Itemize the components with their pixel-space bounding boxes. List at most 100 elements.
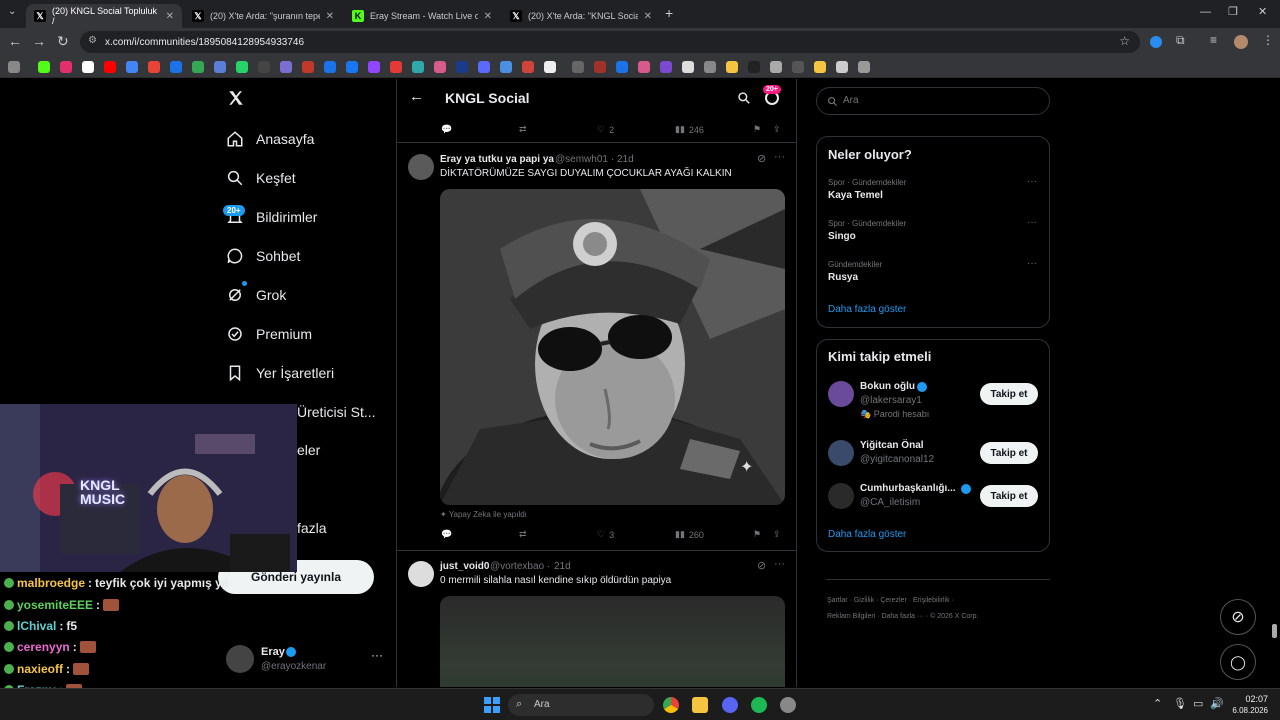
share-icon[interactable]: ⇪ [773,124,781,135]
grok-icon[interactable]: ⊘ [757,559,766,572]
more-icon[interactable]: ··· [1027,217,1037,228]
close-icon[interactable]: ✕ [484,11,492,22]
new-tab-icon[interactable]: + [665,5,673,21]
close-icon[interactable]: ✕ [644,11,652,22]
more-icon[interactable]: ··· [774,558,785,570]
footer-link[interactable]: Gizlilik [854,597,874,604]
menu-icon[interactable]: ⋮ [1262,33,1274,47]
tab-eray-stream[interactable]: K Eray Stream - Watch Live on Ki ✕ [344,4,500,28]
bookmark-icon[interactable] [544,61,556,73]
bookmark-icon[interactable] [748,61,760,73]
follow-suggestion[interactable]: Yiğitcan Önal @yigitcanonal12 Takip et [817,437,1049,473]
bookmark-icon[interactable] [434,61,446,73]
follow-button[interactable]: Takip et [980,383,1038,405]
bookmark-icon[interactable] [572,61,584,73]
more-icon[interactable]: ··· [1027,258,1037,269]
like-button[interactable]: ♡ 2 [597,124,614,135]
post-video[interactable] [440,596,785,687]
grok-fab[interactable]: ⊘ [1220,599,1256,635]
repost-icon[interactable]: ⇄ [519,529,527,540]
discord-icon[interactable] [722,697,738,713]
bookmark-icon[interactable] [704,61,716,73]
nav-creator-studio[interactable]: Üreticisi St... [297,400,376,424]
trend-item[interactable]: Gündemdekiler Rusya ··· [817,257,1049,293]
search-input[interactable]: Ara [816,87,1050,115]
bookmark-icon[interactable] [478,61,490,73]
follow-suggestion[interactable]: Bokun oğlu @lakersaray1 🎭 Parodi hesabı … [817,378,1049,426]
like-button[interactable]: ♡ 3 [597,529,614,540]
bookmark-icon[interactable] [726,61,738,73]
bookmark-folder-icon[interactable] [814,61,826,73]
tab-arda-1[interactable]: 𝕏 (20) X'te Arda: "şuranın tepesine ✕ [184,4,342,28]
search-icon[interactable] [737,91,751,105]
extension-icon[interactable] [1150,36,1162,48]
views-button[interactable]: ▮▮ 246 [675,124,704,135]
tab-kngl-social[interactable]: 𝕏 (20) KNGL Social Topluluk / ✕ [26,4,182,28]
extensions-icon[interactable]: ⧉ [1176,33,1185,48]
more-icon[interactable]: ··· [1027,176,1037,187]
bookmark-icon[interactable] [660,61,672,73]
nav-home[interactable]: Anasayfa [226,127,314,151]
bookmark-icon[interactable] [412,61,424,73]
taskbar-search[interactable]: ⌕ Ara [508,694,654,716]
clock-date[interactable]: 6.08.2026 [1222,706,1268,715]
apps-icon[interactable] [8,61,20,73]
avatar[interactable] [828,483,854,509]
scrollbar-thumb[interactable] [1272,624,1277,638]
bookmark-icon[interactable] [302,61,314,73]
author-name[interactable]: Eray ya tutku ya papi ya [440,154,554,165]
minimize-icon[interactable]: — [1200,6,1211,18]
spotify-icon[interactable] [751,697,767,713]
bookmark-icon[interactable] [170,61,182,73]
show-more-link[interactable]: Daha fazla göster [828,304,906,315]
follow-suggestion[interactable]: Cumhurbaşkanlığı... @CA_iletisim Takip e… [817,480,1049,516]
trend-item[interactable]: Spor · Gündemdekiler Singo ··· [817,216,1049,252]
bookmark-kick-icon[interactable] [38,61,50,73]
account-switcher[interactable]: Eray @erayozkenar ··· [226,642,386,676]
bookmark-icon[interactable] [390,61,402,73]
post-image[interactable]: ✦ [440,189,785,505]
author-name[interactable]: just_void0 [440,561,489,572]
avatar[interactable] [828,440,854,466]
chrome-icon[interactable] [663,697,679,713]
avatar[interactable] [408,154,434,180]
back-arrow-icon[interactable]: ← [409,88,424,105]
grok-icon[interactable]: ⊘ [757,152,766,165]
avatar[interactable] [828,381,854,407]
bookmark-whatsapp-icon[interactable] [236,61,248,73]
bookmark-star-icon[interactable]: ☆ [1119,34,1130,48]
bookmark-gmail-icon[interactable] [148,61,160,73]
bookmark-facebook-icon[interactable] [346,61,358,73]
network-icon[interactable]: ▭ [1193,697,1203,710]
more-icon[interactable]: ··· [774,151,785,163]
forward-icon[interactable]: → [32,33,46,49]
nav-more[interactable]: fazla [297,516,327,540]
bookmark-icon[interactable] [770,61,782,73]
bookmark-icon[interactable] [836,61,848,73]
reply-icon[interactable]: 💬 [441,529,452,540]
bookmark-icon[interactable] [858,61,870,73]
bookmark-icon[interactable] [616,61,628,73]
close-window-icon[interactable]: ✕ [1258,5,1267,18]
footer-link[interactable]: Çerezler [880,597,906,604]
bookmark-twitch-icon[interactable] [368,61,380,73]
bookmark-icon[interactable] [214,61,226,73]
nav-premium[interactable]: Premium [226,322,312,346]
bookmark-icon[interactable] [594,61,606,73]
close-icon[interactable]: ✕ [166,11,174,22]
profile-avatar[interactable] [1234,35,1248,49]
microphone-icon[interactable]: 🎙 [1173,697,1187,710]
bookmark-icon[interactable] [638,61,650,73]
site-info-icon[interactable]: ⚙ [88,35,97,46]
nav-grok[interactable]: Grok [226,283,286,307]
clock-time[interactable]: 02:07 [1238,694,1268,704]
bookmark-icon[interactable] [258,61,270,73]
tab-list-icon[interactable]: ⌄ [8,6,16,17]
x-logo-icon[interactable] [227,89,245,107]
bookmark-icon[interactable] [456,61,468,73]
footer-link[interactable]: Erişilebilirlik [913,597,950,604]
footer-link[interactable]: Reklam Bilgileri [827,613,875,620]
address-bar[interactable]: ⚙ x.com/i/communities/189508412895493374… [80,31,1140,53]
avatar[interactable] [408,561,434,587]
chevron-up-icon[interactable]: ⌃ [1153,697,1162,710]
